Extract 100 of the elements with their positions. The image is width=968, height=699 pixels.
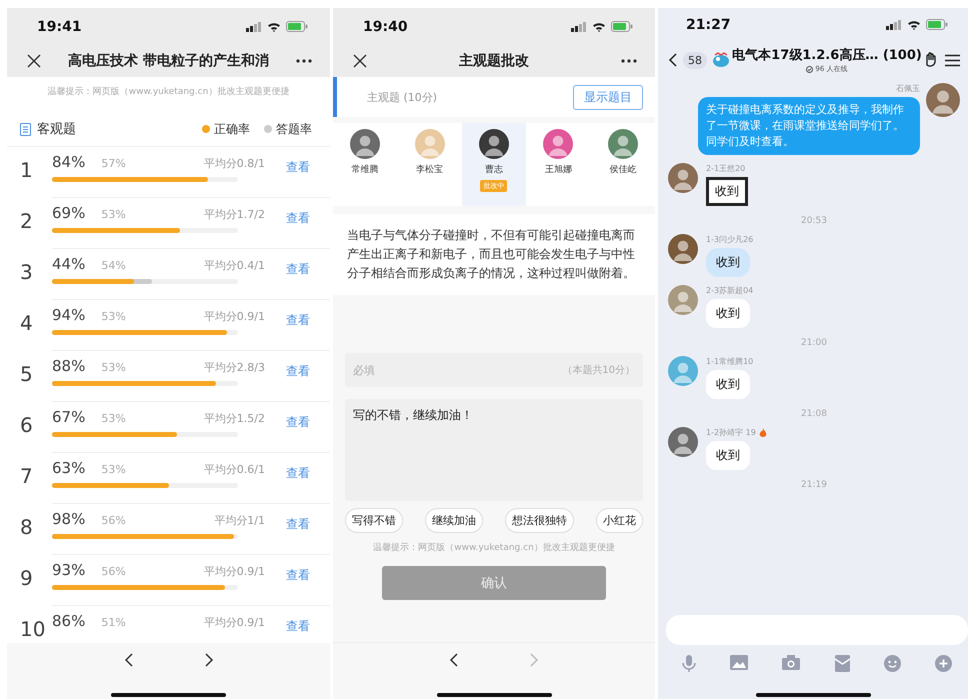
view-link[interactable]: 查看: [286, 313, 310, 327]
comment-chip[interactable]: 继续加油: [425, 508, 483, 533]
question-number: 4: [20, 310, 34, 337]
avatar: [668, 234, 698, 264]
comment-chip[interactable]: 写得不错: [345, 508, 403, 533]
timestamp: 21:19: [800, 480, 828, 490]
avatar: [414, 129, 445, 159]
score-note: （本题共10分）: [562, 364, 635, 377]
hint-text: 温馨提示：网页版（www.yuketang.cn）批改主观题更便捷: [372, 542, 616, 555]
view-link[interactable]: 查看: [286, 517, 310, 531]
signal-icon: [571, 22, 587, 32]
more-icon[interactable]: [296, 59, 312, 63]
question-label: 主观题 (10分): [367, 90, 438, 104]
comment-chip[interactable]: 想法很独特: [505, 508, 574, 533]
avatar: [668, 163, 698, 193]
correct-rate: 44%: [52, 255, 86, 273]
question-number: 10: [20, 616, 46, 643]
correct-rate: 86%: [52, 612, 86, 630]
avatar: [668, 356, 698, 386]
plus-icon[interactable]: [934, 655, 952, 672]
envelope-icon[interactable]: [834, 655, 850, 672]
average-score: 平均分0.9/1: [204, 615, 265, 630]
unread-count[interactable]: 58: [683, 52, 707, 68]
message-bubble: 关于碰撞电离系数的定义及推导，我制作了一节微课，在雨课堂推送给同学们了。同学们及时查看。: [698, 97, 920, 155]
question-number: 5: [20, 361, 34, 388]
comment-chip[interactable]: 小红花: [596, 508, 643, 533]
average-score: 平均分1.5/2: [204, 411, 265, 426]
close-icon[interactable]: [353, 54, 367, 68]
correct-rate: 98%: [52, 510, 86, 528]
battery-icon: [611, 21, 633, 32]
message-bubble: 收到: [706, 370, 750, 399]
avatar: [668, 427, 698, 457]
timestamp: 21:00: [800, 338, 828, 348]
avatar: [478, 129, 509, 159]
student-tab[interactable]: 常维腾: [333, 123, 398, 206]
answer-rate: 54%: [101, 259, 126, 272]
student-tab[interactable]: 王旭娜: [526, 123, 591, 206]
message-bubble: 收到: [706, 299, 750, 328]
average-score: 平均分0.4/1: [204, 258, 265, 273]
question-number: 9: [20, 565, 34, 592]
message-bubble: 收到: [706, 177, 748, 206]
question-number: 6: [20, 412, 34, 439]
confirm-button[interactable]: 确认: [382, 566, 606, 600]
forward-icon[interactable]: [204, 653, 214, 667]
avatar: [350, 129, 380, 159]
correct-rate: 84%: [52, 153, 86, 171]
emoji-icon[interactable]: [884, 655, 901, 672]
answer-rate: 57%: [101, 157, 126, 170]
answer-rate: 53%: [101, 463, 126, 476]
view-link[interactable]: 查看: [286, 466, 310, 480]
hint-text: 温馨提示：网页版（www.yuketang.cn）批改主观题更便捷: [46, 86, 290, 99]
menu-icon[interactable]: [945, 54, 960, 66]
average-score: 平均分1.7/2: [204, 207, 265, 222]
legend-label: 正确率: [214, 120, 250, 138]
question-number: 2: [20, 208, 34, 235]
camera-icon[interactable]: [782, 655, 800, 670]
student-tab[interactable]: 李松宝: [397, 123, 462, 206]
view-link[interactable]: 查看: [286, 364, 310, 378]
status-time: 21:27: [686, 16, 731, 32]
view-link[interactable]: 查看: [286, 568, 310, 582]
view-link[interactable]: 查看: [286, 262, 310, 276]
message-bubble: 收到: [706, 248, 750, 277]
sender-name: 1-2孙靖宇 19: [706, 427, 756, 438]
page-title: 高电压技术 带电粒子的产生和消: [68, 52, 269, 70]
view-link[interactable]: 查看: [286, 415, 310, 429]
back-icon[interactable]: [668, 53, 678, 67]
wifi-icon: [267, 22, 281, 32]
correct-rate: 69%: [52, 204, 86, 222]
student-tab[interactable]: 侯佳屹: [590, 123, 655, 206]
avatar: [543, 129, 574, 159]
average-score: 平均分0.9/1: [204, 309, 265, 324]
mascot-icon: [712, 52, 730, 68]
average-score: 平均分2.8/3: [204, 360, 265, 375]
view-link[interactable]: 查看: [286, 160, 310, 174]
average-score: 平均分0.8/1: [204, 156, 265, 171]
timestamp: 20:53: [800, 216, 828, 226]
question-number: 3: [20, 259, 34, 286]
avatar: [668, 285, 698, 315]
view-link[interactable]: 查看: [286, 211, 310, 225]
answer-rate: 53%: [101, 412, 126, 425]
wifi-icon: [907, 20, 921, 30]
more-icon[interactable]: [621, 59, 637, 63]
answer-rate: 56%: [101, 565, 126, 578]
question-number: 1: [20, 157, 34, 184]
average-score: 平均分0.9/1: [204, 564, 265, 579]
comment-field[interactable]: 写的不错，继续加油！: [345, 399, 643, 501]
close-icon[interactable]: [27, 54, 41, 68]
question-number: 7: [20, 463, 34, 490]
view-link[interactable]: 查看: [286, 619, 310, 633]
correct-rate: 93%: [52, 561, 86, 579]
status-time: 19:40: [363, 18, 408, 34]
back-icon[interactable]: [124, 653, 134, 667]
correct-rate: 63%: [52, 459, 86, 477]
timestamp: 21:08: [800, 409, 828, 419]
signal-icon: [886, 20, 902, 30]
battery-icon: [286, 21, 308, 32]
image-icon[interactable]: [730, 655, 748, 670]
back-icon[interactable]: [449, 653, 459, 667]
show-question-button[interactable]: 显示题目: [573, 84, 643, 110]
answer-text: 当电子与气体分子碰撞时，不但有可能引起碰撞电离而产生出正离子和新电子，而且也可能会发生电子与中性分子相结合而形成负离子的情况，这种过程叫做附着。: [333, 214, 655, 295]
